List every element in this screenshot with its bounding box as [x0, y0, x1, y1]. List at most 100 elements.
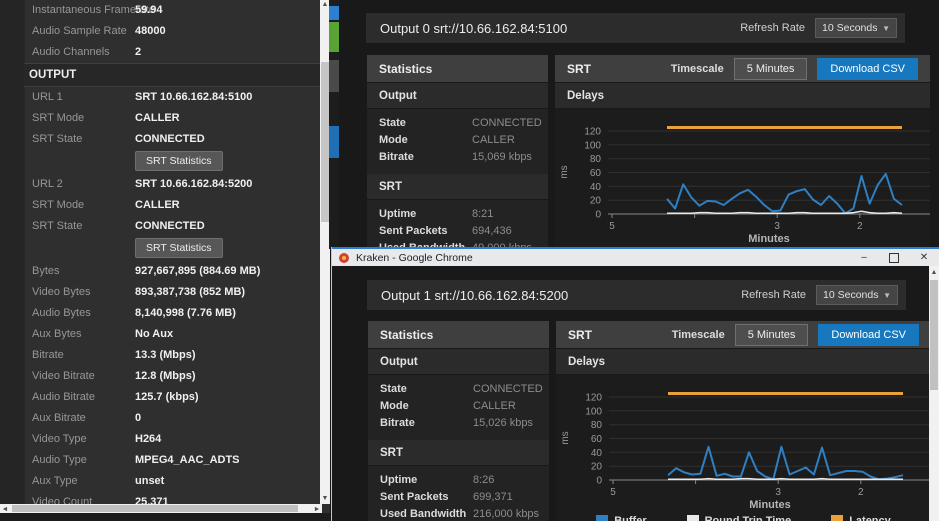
refresh-rate-dropdown[interactable]: 10 Seconds ▼	[816, 285, 898, 305]
output0-window: Output 0 srt://10.66.162.84:5100 Refresh…	[339, 0, 939, 249]
refresh-rate-dropdown[interactable]: 10 Seconds ▼	[815, 18, 897, 38]
detail-row: Audio Channels 2	[24, 42, 320, 63]
row-label: Audio Channels	[32, 46, 110, 58]
stat-label: Bitrate	[379, 151, 414, 163]
svg-text:2: 2	[857, 221, 863, 232]
row-value: CONNECTED	[135, 220, 205, 232]
scrollbar-thumb[interactable]	[930, 280, 938, 390]
stat-label: Sent Packets	[379, 225, 447, 237]
background-fragment-green	[329, 22, 339, 52]
svg-text:0: 0	[596, 476, 602, 487]
download-csv-button[interactable]: Download CSV	[817, 58, 918, 80]
row-label: Audio Bitrate	[32, 391, 95, 403]
row-value: 0	[135, 412, 141, 424]
row-label: Bitrate	[32, 349, 64, 361]
delays-subheader: Delays	[556, 349, 931, 375]
row-label: Bytes	[32, 265, 60, 277]
delays-chart-svg: 020406080100120532msMinutes	[555, 109, 930, 249]
legend-item: Latency	[831, 515, 891, 521]
svg-text:120: 120	[584, 127, 601, 138]
row-value: 927,667,895 (884.69 MB)	[135, 265, 260, 277]
row-value: 59.94	[135, 4, 163, 16]
svg-text:20: 20	[591, 462, 603, 473]
srt-statistics-button-1[interactable]: SRT Statistics	[135, 151, 223, 171]
stat-label: State	[379, 117, 406, 129]
chrome-window-title: Kraken - Google Chrome	[356, 252, 473, 264]
row-label: URL 2	[32, 178, 63, 190]
maximize-button[interactable]	[879, 249, 909, 266]
row-value: 25,371	[135, 496, 169, 504]
timescale-label: Timescale	[672, 329, 725, 341]
detail-row: Audio Bitrate 125.7 (kbps)	[24, 387, 320, 408]
srt-panel-controls: Timescale 5 Minutes Download CSV	[672, 324, 919, 346]
row-value: H264	[135, 433, 161, 445]
stat-label: Bitrate	[380, 417, 415, 429]
svg-text:20: 20	[590, 196, 602, 207]
detail-row: Bytes 927,667,895 (884.69 MB)	[24, 261, 320, 282]
stat-value: 15,069 kbps	[472, 151, 532, 163]
row-label: Audio Bytes	[32, 307, 91, 319]
detail-row: Video Count 25,371	[24, 492, 320, 504]
background-window-fragments	[329, 0, 339, 249]
row-label: Aux Bytes	[32, 328, 82, 340]
scroll-up-icon[interactable]: ▲	[929, 268, 939, 278]
timescale-label: Timescale	[671, 63, 724, 75]
timescale-button[interactable]: 5 Minutes	[734, 58, 808, 80]
output-section-header: OUTPUT	[24, 63, 320, 87]
scrollbar-thumb[interactable]	[12, 505, 298, 512]
legend-item: Buffer	[596, 515, 646, 521]
stat-row: State CONNECTED	[368, 381, 549, 398]
delays-chart: 020406080100120532msMinutes BufferRound …	[555, 109, 930, 249]
download-csv-button[interactable]: Download CSV	[818, 324, 919, 346]
stat-row: Uptime 8:21	[367, 206, 548, 223]
row-value: 12.8 (Mbps)	[135, 370, 196, 382]
stat-label: Sent Packets	[380, 491, 448, 503]
close-button[interactable]: ✕	[909, 249, 939, 266]
row-label: Video Bytes	[32, 286, 91, 298]
svg-text:40: 40	[590, 182, 602, 193]
row-label: SRT Mode	[32, 112, 84, 124]
scroll-down-icon[interactable]: ▼	[320, 494, 330, 504]
row-value: CALLER	[135, 112, 180, 124]
row-label: Aux Type	[32, 475, 78, 487]
srt-subheader: SRT	[367, 174, 548, 200]
detail-row: Aux Bytes No Aux	[24, 324, 320, 345]
scrollbar-thumb[interactable]	[321, 62, 329, 222]
window-bottom-strip	[0, 513, 330, 521]
row-value: 125.7 (kbps)	[135, 391, 199, 403]
srt-stats: Uptime 8:21 Sent Packets 694,436 Used Ba…	[367, 200, 548, 249]
detail-row: Video Bitrate 12.8 (Mbps)	[24, 366, 320, 387]
legend-swatch	[831, 515, 843, 521]
detail-row: Audio Type MPEG4_AAC_ADTS	[24, 450, 320, 471]
srt-statistics-button-2[interactable]: SRT Statistics	[135, 238, 223, 258]
detail-row: Instantaneous Framerate 59.94	[24, 0, 320, 21]
detail-row: SRT State CONNECTED	[24, 216, 320, 237]
row-value: 13.3 (Mbps)	[135, 349, 196, 361]
output0-title: Output 0 srt://10.66.162.84:5100	[366, 21, 567, 36]
row-value: CALLER	[135, 199, 180, 211]
srt-subheader-label: SRT	[379, 181, 402, 193]
refresh-rate-label: Refresh Rate	[741, 289, 806, 301]
detail-row: SRT Mode CALLER	[24, 108, 320, 129]
stat-value: 8:26	[473, 474, 494, 486]
legend-swatch	[687, 515, 699, 521]
output-section-title: OUTPUT	[24, 69, 76, 81]
stat-row: Used Bandwidth 216,000 kbps	[368, 506, 549, 521]
timescale-button[interactable]: 5 Minutes	[735, 324, 809, 346]
refresh-rate-value: 10 Seconds	[823, 289, 878, 301]
minimize-button[interactable]: –	[849, 249, 879, 266]
row-value: unset	[135, 475, 164, 487]
kraken-favicon-icon	[339, 253, 349, 263]
detail-row: SRT Mode CALLER	[24, 195, 320, 216]
stat-row: Bitrate 15,069 kbps	[367, 149, 548, 166]
vertical-scrollbar[interactable]: ▲	[929, 266, 939, 521]
delays-title: Delays	[568, 356, 605, 368]
srt-panel-header: SRT Timescale 5 Minutes Download CSV	[555, 55, 930, 83]
svg-text:120: 120	[585, 393, 602, 404]
svg-text:100: 100	[584, 140, 601, 151]
button-row: SRT Statistics	[24, 237, 320, 261]
output1-header: Output 1 srt://10.66.162.84:5200 Refresh…	[367, 280, 906, 310]
horizontal-scrollbar[interactable]: ◄ ►	[0, 504, 322, 513]
srt-subheader-label: SRT	[380, 447, 403, 459]
row-label: Video Count	[32, 496, 92, 504]
